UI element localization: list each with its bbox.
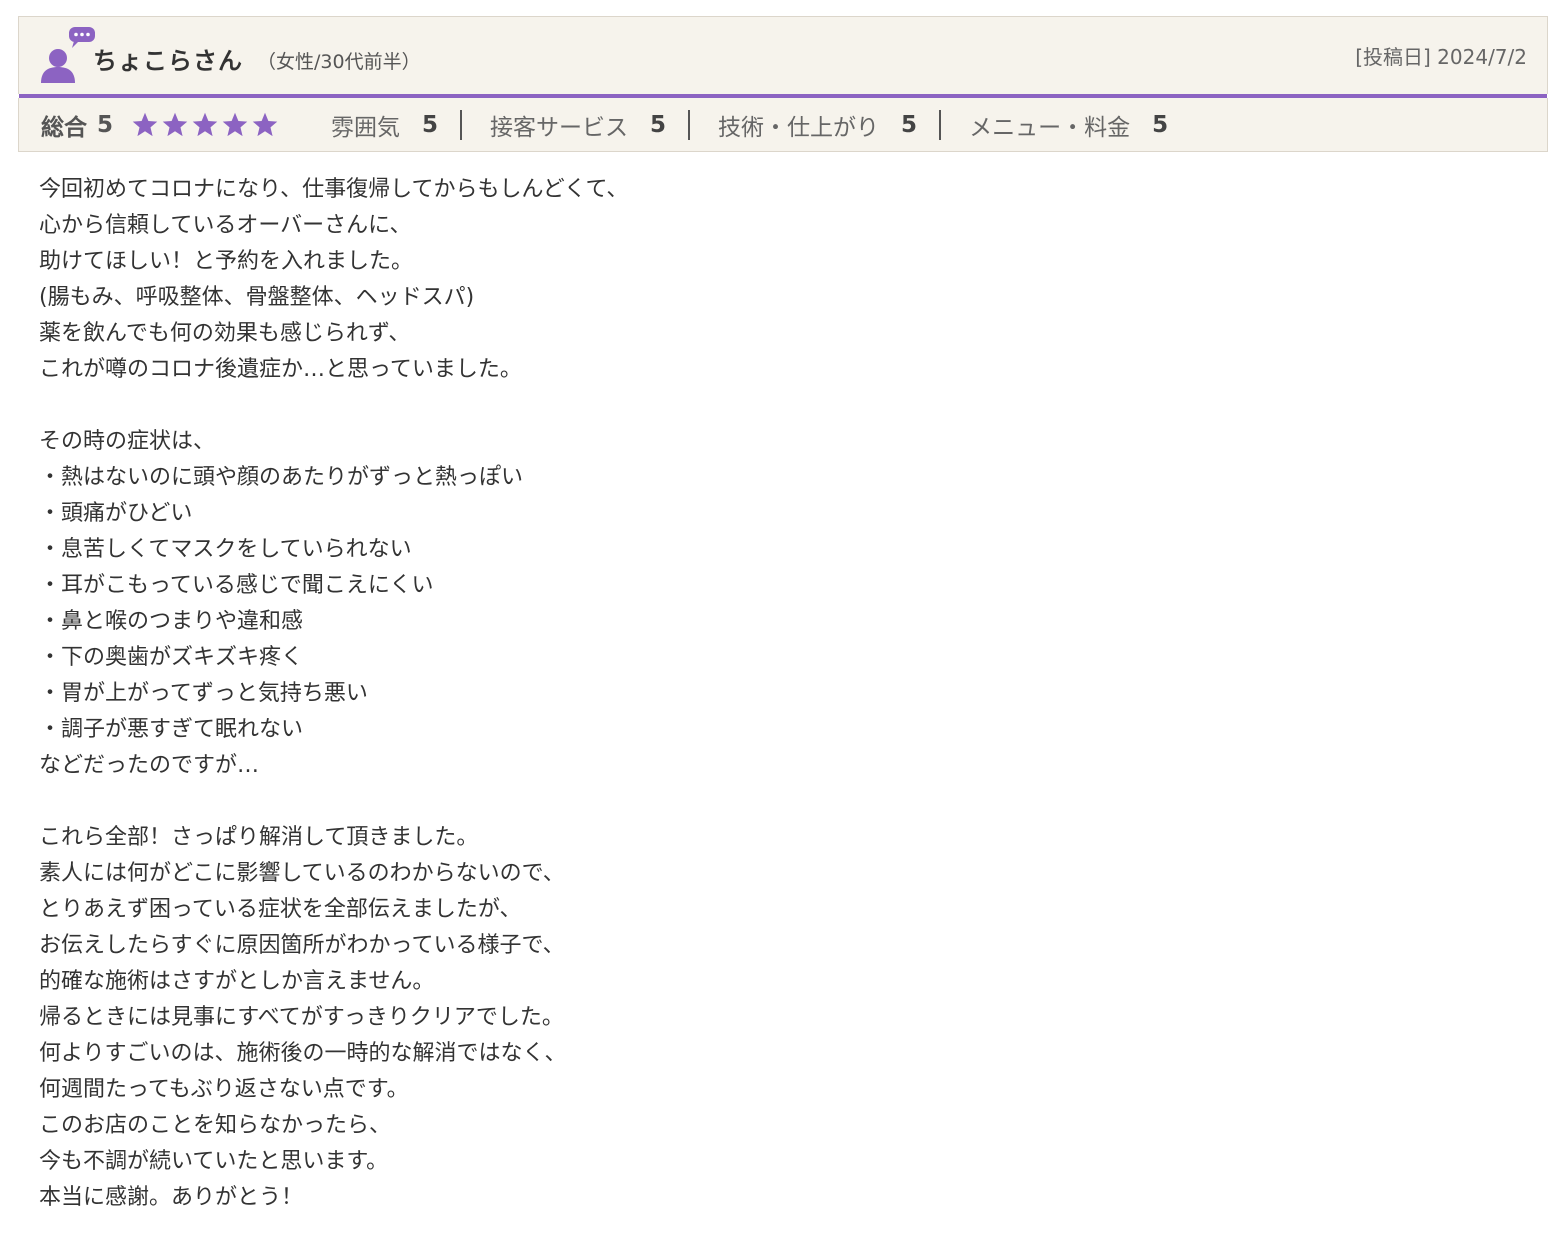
rating-category-score: 5 [901, 111, 918, 138]
rating-category-technique: 技術・仕上がり 5 [718, 108, 917, 142]
reviewer-demographics: （女性/30代前半） [257, 51, 421, 73]
rating-category-label: 接客サービス [490, 114, 629, 141]
star-icon [252, 112, 278, 136]
review-line: ・胃が上がってずっと気持ち悪い [39, 681, 368, 706]
review-line: 素人には何がどこに影響しているのわからないので、 [39, 861, 565, 886]
review-line: このお店のことを知らなかったら、 [39, 1113, 392, 1138]
review-line: ・頭痛がひどい [39, 501, 193, 526]
review-header: ちょこらさん （女性/30代前半） [投稿日] 2024/7/2 [18, 16, 1548, 94]
star-icon [162, 112, 188, 136]
review-line: ・下の奥歯がズキズキ疼く [39, 645, 304, 670]
review-line: (腸もみ、呼吸整体、骨盤整体、ヘッドスパ) [39, 285, 475, 310]
reviewer-name: ちょこらさん [93, 47, 243, 75]
review-line [39, 784, 1139, 820]
star-rating [131, 111, 281, 139]
rating-divider [688, 109, 691, 140]
rating-category-menu-price: メニュー・料金 5 [969, 108, 1168, 142]
review-line: 何よりすごいのは、施術後の一時的な解消ではなく、 [39, 1041, 567, 1066]
person-speech-bubble-icon [41, 27, 95, 83]
review-line: 助けてほしい！と予約を入れました。 [39, 249, 414, 274]
review-line: 今も不調が続いていたと思います。 [39, 1149, 389, 1174]
review-line: 今回初めてコロナになり、仕事復帰してからもしんどくて、 [39, 177, 629, 202]
review-line: 薬を飲んでも何の効果も感じられず、 [39, 321, 411, 346]
review-line: ・鼻と喉のつまりや違和感 [39, 609, 304, 634]
rating-divider [460, 109, 463, 140]
review-line: これが噂のコロナ後遺症か…と思っていました。 [39, 357, 522, 382]
review-line: 心から信頼しているオーバーさんに、 [39, 213, 412, 238]
overall-rating-label: 総合 [41, 114, 87, 141]
review-line: とりあえず困っている症状を全部伝えましたが、 [39, 897, 522, 922]
rating-bar: 総合 5 雰囲気 5 接客サービス 5 技術・仕上がり 5 メニュー・料金 5 [18, 98, 1548, 152]
rating-category-label: 技術・仕上がり [718, 114, 880, 141]
star-icon [192, 112, 218, 136]
review-line [39, 388, 1139, 424]
rating-category-label: 雰囲気 [331, 114, 401, 141]
review-line: ・耳がこもっている感じで聞こえにくい [39, 573, 434, 598]
overall-rating-score: 5 [97, 111, 114, 138]
review-line: ・息苦しくてマスクをしていられない [39, 537, 412, 562]
star-icon [222, 112, 248, 136]
review-text: 今回初めてコロナになり、仕事復帰してからもしんどくて、 心から信頼しているオーバー… [39, 172, 1139, 1216]
review-line: 本当に感謝。ありがとう！ [39, 1185, 304, 1210]
rating-category-score: 5 [650, 111, 667, 138]
rating-category-score: 5 [1152, 111, 1169, 138]
review-line: ・熱はないのに頭や顔のあたりがずっと熱っぽい [39, 465, 524, 490]
review-line: 帰るときには見事にすべてがすっきりクリアでした。 [39, 1005, 564, 1030]
rating-category-service: 接客サービス 5 [490, 108, 666, 142]
review-line: ・調子が悪すぎて眠れない [39, 717, 304, 742]
post-date: [投稿日] 2024/7/2 [1355, 45, 1527, 69]
review-card: ちょこらさん （女性/30代前半） [投稿日] 2024/7/2 総合 5 雰囲… [18, 16, 1548, 152]
rating-divider [939, 109, 942, 140]
star-icon [132, 112, 158, 136]
rating-category-atmosphere: 雰囲気 5 [331, 108, 438, 142]
rating-category-score: 5 [422, 111, 439, 138]
review-line: 何週間たってもぶり返さない点です。 [39, 1077, 409, 1102]
review-line: 的確な施術はさすがとしか言えません。 [39, 969, 435, 994]
review-line: などだったのですが… [39, 753, 260, 778]
review-line: お伝えしたらすぐに原因箇所がわかっている様子で、 [39, 933, 565, 958]
review-line: その時の症状は、 [39, 429, 216, 454]
review-line: これら全部！さっぱり解消して頂きました。 [39, 825, 479, 850]
rating-category-label: メニュー・料金 [969, 114, 1131, 141]
